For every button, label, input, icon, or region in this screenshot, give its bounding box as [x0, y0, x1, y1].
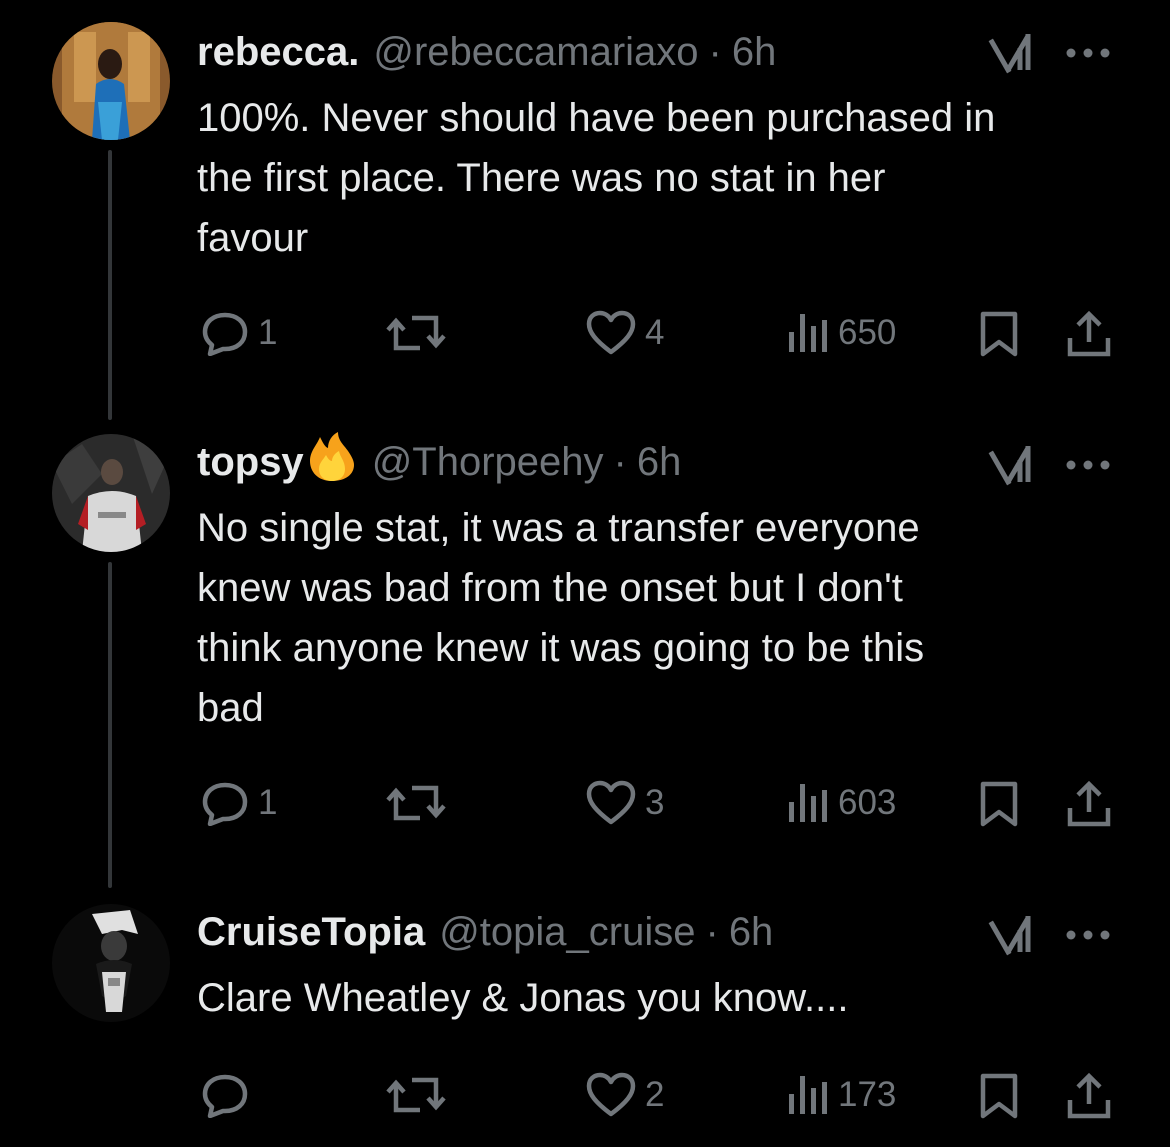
- like-button[interactable]: 2: [585, 1072, 664, 1118]
- more-icon[interactable]: [1063, 46, 1113, 60]
- tweet-header: CruiseTopia @topia_cruise · 6h: [197, 904, 1110, 960]
- share-button[interactable]: [1066, 1072, 1112, 1120]
- tweet-text-line: 100%. Never should have been purchased i…: [197, 96, 996, 140]
- avatar[interactable]: [52, 434, 170, 552]
- views-count: 650: [838, 313, 897, 352]
- separator-dot: ·: [708, 29, 722, 74]
- bookmark-button[interactable]: [978, 780, 1020, 828]
- bookmark-button[interactable]: [978, 1072, 1020, 1120]
- display-name[interactable]: CruiseTopia: [197, 910, 425, 955]
- views-icon: [786, 310, 830, 356]
- like-icon: [585, 780, 637, 826]
- tweet-text-line: the first place. There was no stat in he…: [197, 156, 886, 200]
- tweet-text-line: Clare Wheatley & Jonas you know....: [197, 976, 849, 1020]
- views-icon: [786, 780, 830, 826]
- avatar[interactable]: [52, 22, 170, 140]
- like-count: 4: [645, 313, 665, 352]
- reply-count: 1: [258, 313, 278, 352]
- retweet-button[interactable]: [386, 1072, 446, 1118]
- tweet-text: Clare Wheatley & Jonas you know....: [197, 968, 1127, 1028]
- grok-icon[interactable]: [988, 912, 1038, 956]
- tweet-text: 100%. Never should have been purchased i…: [197, 88, 1127, 268]
- retweet-button[interactable]: [386, 780, 446, 826]
- like-icon: [585, 310, 637, 356]
- thread-line: [108, 150, 112, 420]
- tweet-header: topsy @Thorpeehy · 6h: [197, 431, 1110, 493]
- share-button[interactable]: [1066, 310, 1112, 358]
- separator-dot: ·: [705, 909, 719, 954]
- like-button[interactable]: 4: [585, 310, 664, 356]
- reply-button[interactable]: 1: [200, 310, 277, 356]
- reply-icon: [200, 1072, 250, 1118]
- more-icon[interactable]: [1063, 928, 1113, 942]
- like-icon: [585, 1072, 637, 1118]
- separator-dot: ·: [613, 439, 627, 484]
- bookmark-button[interactable]: [978, 310, 1020, 358]
- reply-icon: [200, 780, 250, 826]
- user-handle[interactable]: @topia_cruise: [439, 910, 695, 955]
- like-button[interactable]: 3: [585, 780, 664, 826]
- views-count: 603: [838, 783, 897, 822]
- reply-button[interactable]: [200, 1072, 250, 1118]
- display-name[interactable]: topsy: [197, 440, 304, 485]
- timestamp[interactable]: 6h: [637, 440, 682, 485]
- bookmark-icon: [978, 780, 1020, 828]
- grok-icon[interactable]: [988, 30, 1038, 74]
- more-icon[interactable]: [1063, 458, 1113, 472]
- grok-icon[interactable]: [988, 442, 1038, 486]
- display-name[interactable]: rebecca.: [197, 30, 359, 75]
- tweet-text-line: favour: [197, 216, 309, 260]
- views-button[interactable]: 650: [786, 310, 896, 356]
- timestamp[interactable]: 6h: [732, 30, 777, 75]
- share-button[interactable]: [1066, 780, 1112, 828]
- share-icon: [1066, 1072, 1112, 1120]
- fire-emoji: [306, 431, 358, 493]
- retweet-icon: [386, 1072, 446, 1118]
- views-count: 173: [838, 1075, 897, 1114]
- like-count: 3: [645, 783, 665, 822]
- reply-count: 1: [258, 783, 278, 822]
- avatar[interactable]: [52, 904, 170, 1022]
- share-icon: [1066, 780, 1112, 828]
- user-handle[interactable]: @rebeccamariaxo: [373, 30, 698, 75]
- retweet-button[interactable]: [386, 310, 446, 356]
- like-count: 2: [645, 1075, 665, 1114]
- tweet-text-line: bad: [197, 686, 264, 730]
- tweet-text-line: knew was bad from the onset but I don't: [197, 566, 903, 610]
- user-handle[interactable]: @Thorpeehy: [372, 440, 604, 485]
- timestamp[interactable]: 6h: [729, 910, 774, 955]
- reply-button[interactable]: 1: [200, 780, 277, 826]
- retweet-icon: [386, 780, 446, 826]
- thread-line: [108, 562, 112, 888]
- tweet-text: No single stat, it was a transfer everyo…: [197, 498, 1127, 738]
- tweet-text-line: No single stat, it was a transfer everyo…: [197, 506, 920, 550]
- share-icon: [1066, 310, 1112, 358]
- views-icon: [786, 1072, 830, 1118]
- tweet-text-line: think anyone knew it was going to be thi…: [197, 626, 925, 670]
- reply-icon: [200, 310, 250, 356]
- bookmark-icon: [978, 310, 1020, 358]
- retweet-icon: [386, 310, 446, 356]
- views-button[interactable]: 603: [786, 780, 896, 826]
- bookmark-icon: [978, 1072, 1020, 1120]
- tweet-header: rebecca. @rebeccamariaxo · 6h: [197, 24, 1110, 80]
- views-button[interactable]: 173: [786, 1072, 896, 1118]
